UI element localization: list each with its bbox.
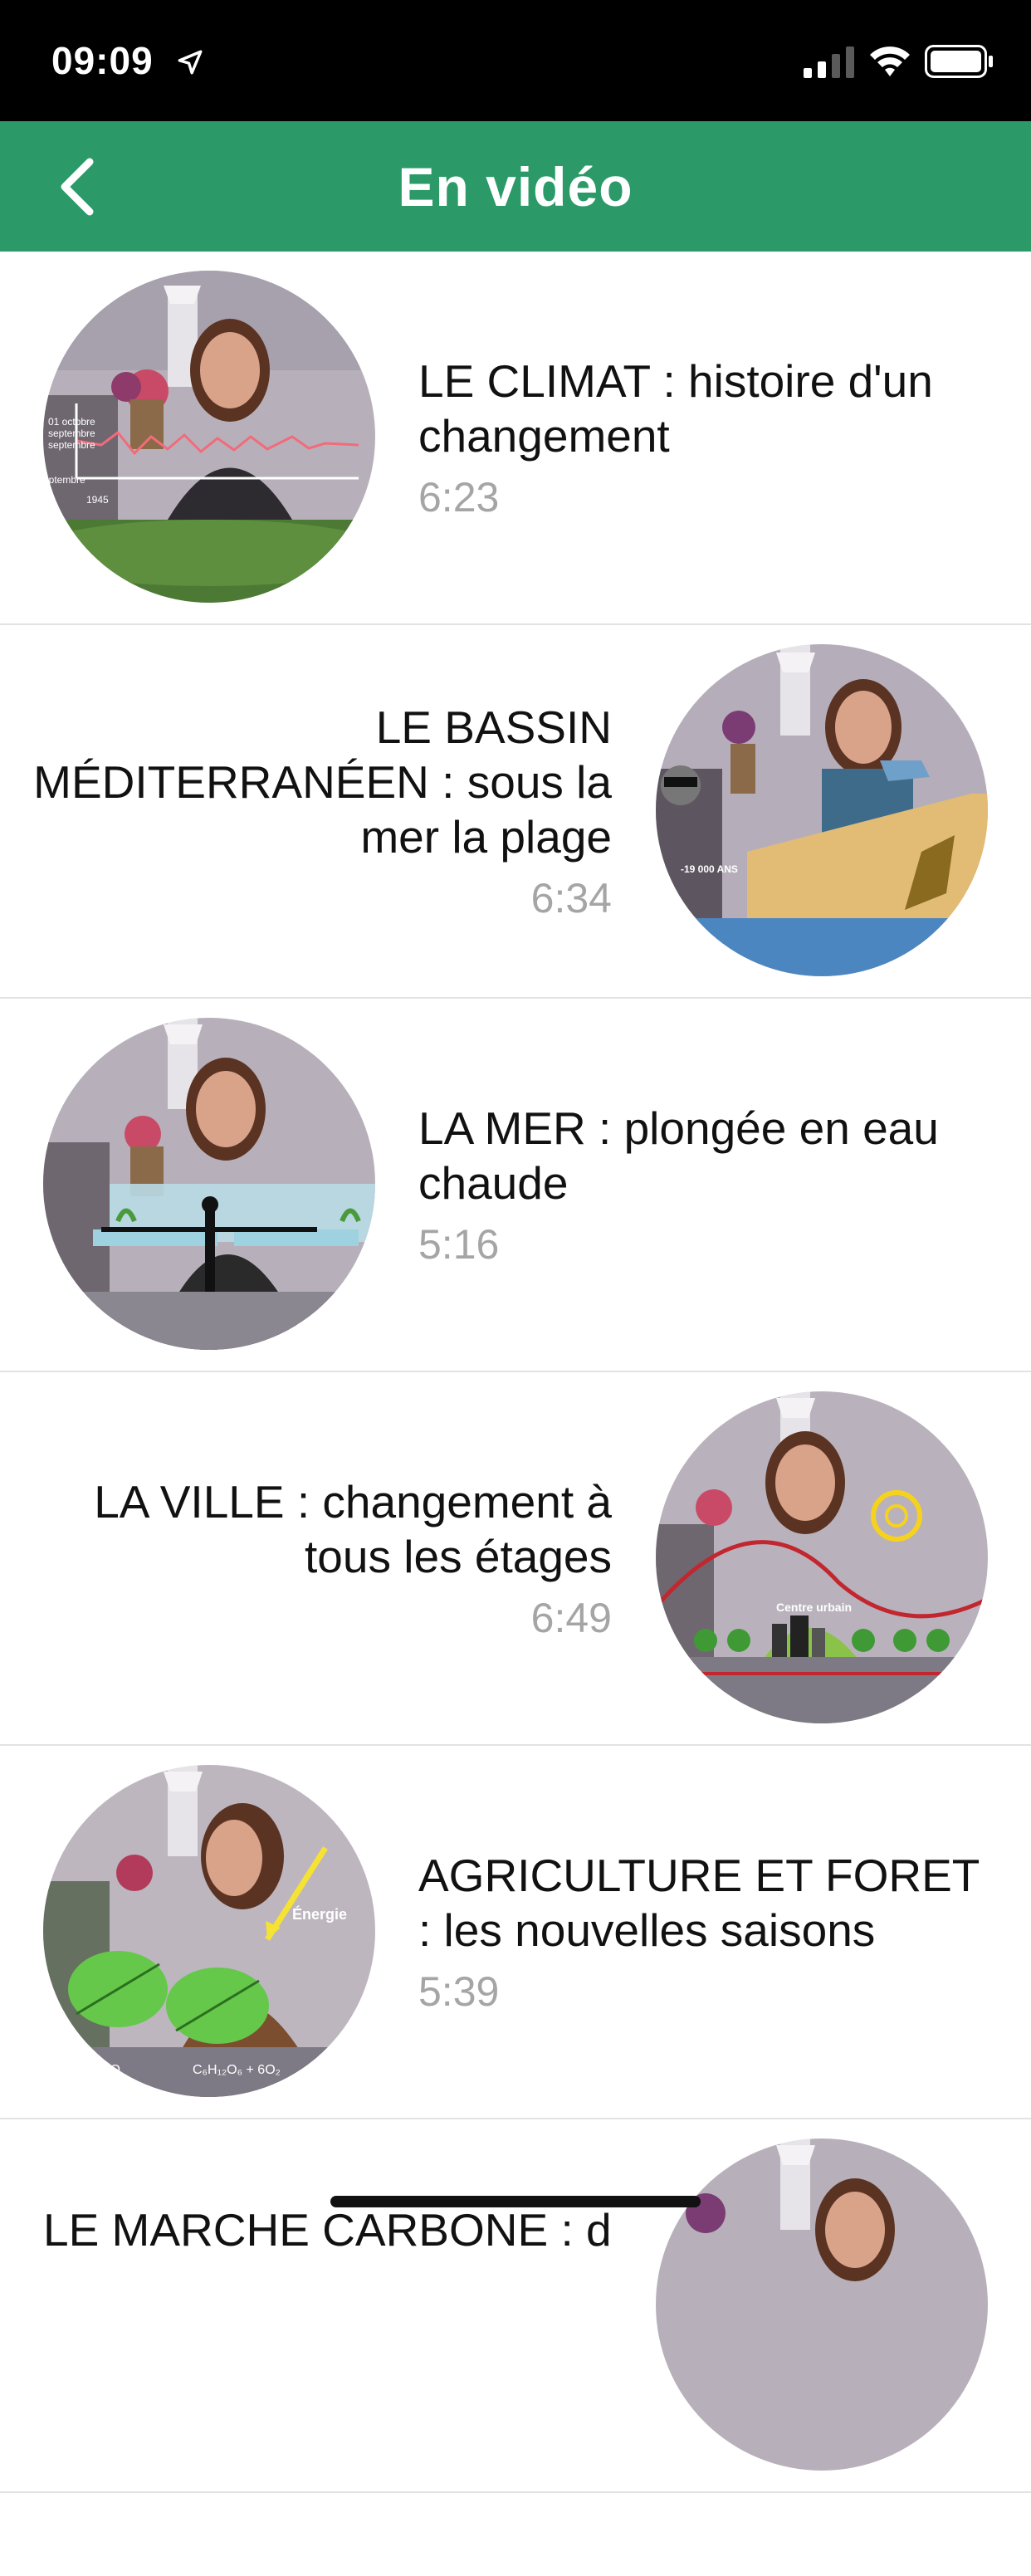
back-button[interactable] [46,151,105,222]
signal-icon [804,46,854,78]
video-list-item[interactable]: LE BASSIN MÉDITERRANÉEN : sous la mer la… [0,625,1031,999]
video-title: LE BASSIN MÉDITERRANÉEN : sous la mer la… [33,701,612,863]
thumbnail-label: 1945 [86,494,109,506]
thumbnail-label: -19 000 ANS [681,863,738,875]
thumbnail-label: eptembre [43,474,86,486]
video-info: LA MER : plongée en eau chaude 5:16 [418,999,991,1372]
wifi-icon [870,46,910,76]
battery-icon [925,45,993,78]
video-list-item[interactable]: LA MER : plongée en eau chaude 5:16 [0,999,1031,1372]
status-time: 09:09 [51,39,154,82]
video-list-item[interactable]: Énergie + 6H₂O C₆H₁₂O₆ + 6O₂ AGRICULTURE… [0,1746,1031,2119]
nav-bar: En vidéo [0,121,1031,252]
video-thumbnail[interactable]: Énergie + 6H₂O C₆H₁₂O₆ + 6O₂ [43,1765,375,2097]
video-duration: 6:49 [530,1595,612,1641]
video-info: LE CLIMAT : histoire d'un changement 6:2… [418,252,991,625]
thumbnail-label: Énergie [292,1905,347,1923]
video-thumbnail[interactable] [656,2139,988,2471]
video-title: LE MARCHE CARBONE : d [43,2204,612,2256]
thumbnail-label: Centre urbain [776,1601,852,1614]
video-list: 01 octobre septembre septembre eptembre … [0,252,1031,2493]
thumbnail-label: 01 octobre [48,416,95,428]
video-info: LA VILLE : changement à tous les étages … [33,1372,612,1746]
video-title: AGRICULTURE ET FORET : les nouvelles sai… [418,1850,980,1956]
video-list-item[interactable]: LE MARCHE CARBONE : d [0,2119,1031,2493]
home-indicator[interactable] [330,2196,701,2207]
video-thumbnail[interactable]: 01 octobre septembre septembre eptembre … [43,271,375,603]
video-thumbnail[interactable]: -19 000 ANS [656,644,988,976]
video-list-item[interactable]: LA VILLE : changement à tous les étages … [0,1372,1031,1746]
thumbnail-label: C₆H₁₂O₆ + 6O₂ [193,2063,281,2077]
video-duration: 6:23 [418,474,500,521]
video-info: AGRICULTURE ET FORET : les nouvelles sai… [418,1746,991,2119]
location-arrow-icon [178,50,203,75]
video-title: LA VILLE : changement à tous les étages [94,1476,612,1582]
thumbnail-label: + 6H₂O [76,2063,120,2077]
status-bar: 09:09 [0,0,1031,121]
video-title: LE CLIMAT : histoire d'un changement [418,355,933,462]
video-duration: 6:34 [530,875,612,921]
video-duration: 5:16 [418,1221,500,1268]
video-info: LE BASSIN MÉDITERRANÉEN : sous la mer la… [33,625,612,999]
video-title: LA MER : plongée en eau chaude [418,1102,939,1209]
video-thumbnail[interactable] [43,1018,375,1350]
page-title: En vidéo [398,155,633,218]
video-list-item[interactable]: 01 octobre septembre septembre eptembre … [0,252,1031,625]
video-info: LE MARCHE CARBONE : d [43,2119,622,2576]
thumbnail-label: septembre [48,428,95,439]
video-thumbnail[interactable]: Centre urbain [656,1391,988,1723]
video-duration: 5:39 [418,1968,500,2015]
chevron-left-icon [61,158,94,216]
thumbnail-label: septembre [48,439,95,451]
